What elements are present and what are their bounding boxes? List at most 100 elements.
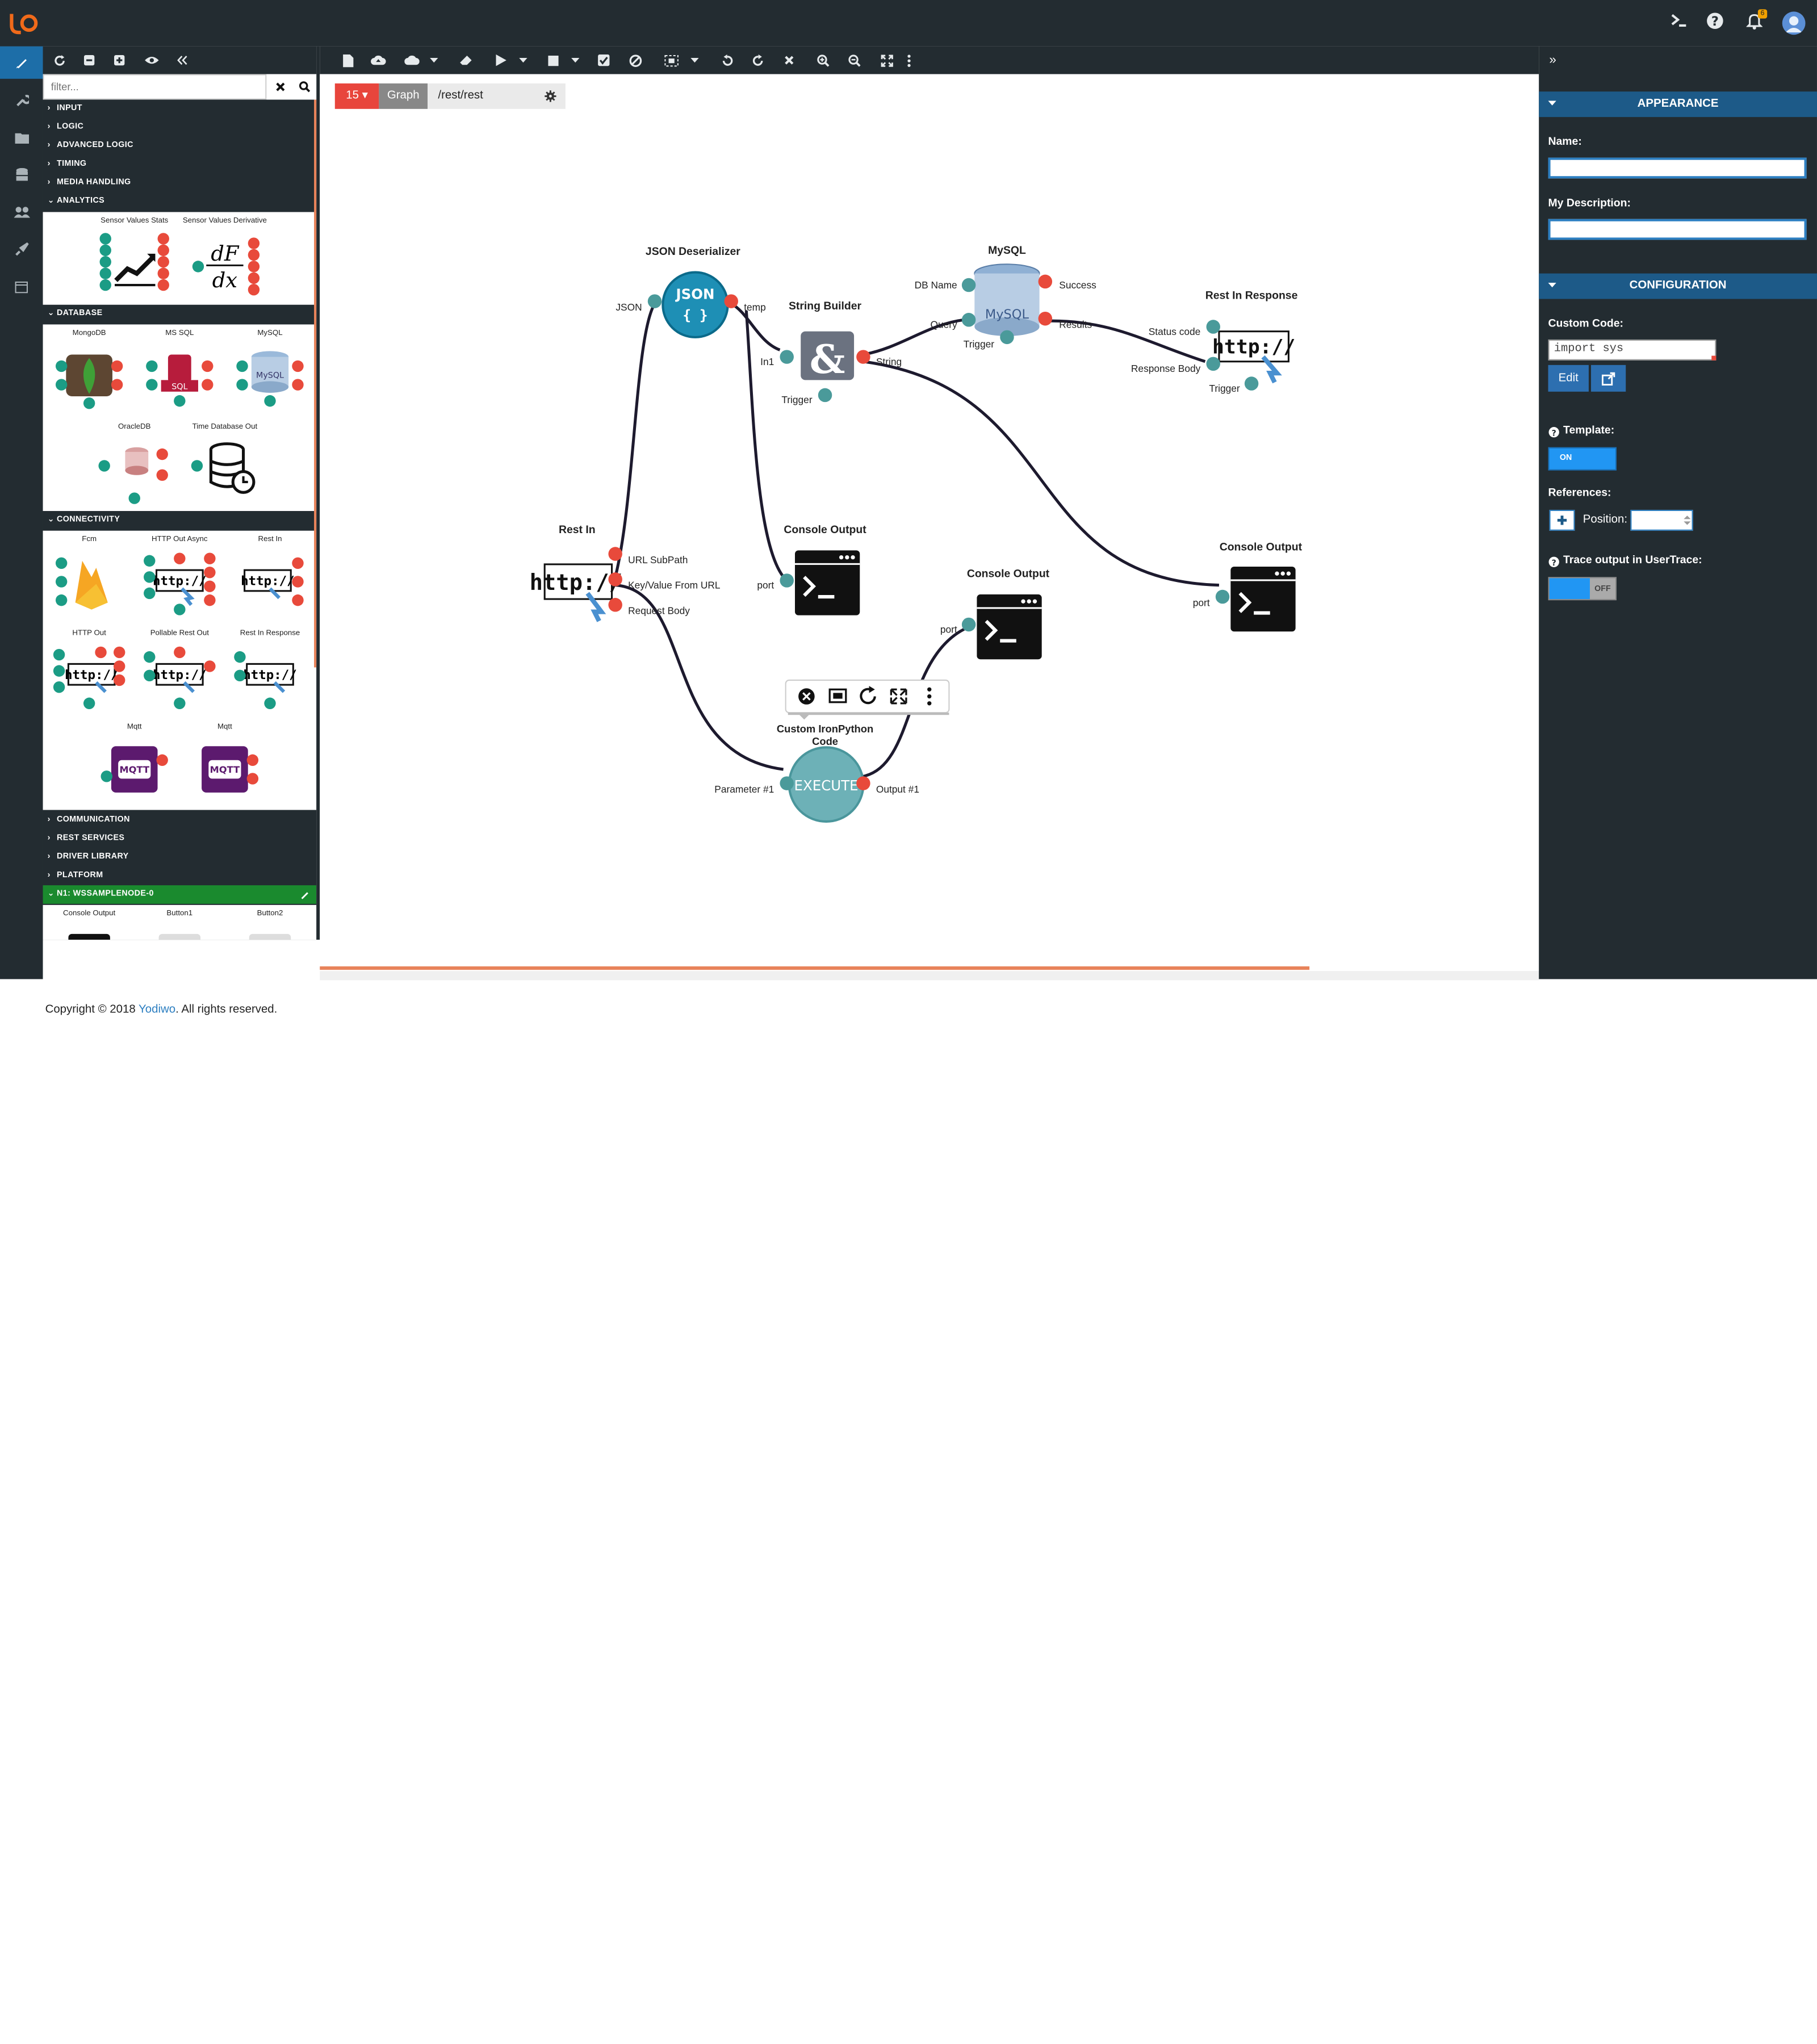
svg-text:http://: http:// xyxy=(530,570,622,596)
port-label: Key/Value From URL xyxy=(628,580,721,591)
rest-in-canvas-node[interactable]: http:// xyxy=(530,547,622,622)
node-delete-icon[interactable] xyxy=(798,688,815,705)
node-more-icon[interactable] xyxy=(927,687,932,706)
trace-help-icon[interactable]: ? xyxy=(1548,552,1560,568)
position-label: Position: xyxy=(1582,513,1628,526)
port-label: In1 xyxy=(760,356,774,367)
play-icon[interactable] xyxy=(489,49,512,72)
dropdown-icon[interactable] xyxy=(687,49,701,72)
name-input[interactable] xyxy=(1548,157,1807,179)
footer-rights: . All rights reserved. xyxy=(175,1003,278,1016)
trace-toggle[interactable]: OFF xyxy=(1548,577,1617,601)
more-icon[interactable] xyxy=(902,49,915,72)
upload-cloud-icon[interactable] xyxy=(366,49,390,72)
port-label: Trigger xyxy=(964,338,994,350)
template-help-icon[interactable]: ? xyxy=(1548,423,1560,438)
custom-code-label: Custom Code: xyxy=(1548,317,1624,330)
close-icon[interactable] xyxy=(777,49,801,72)
console-output-node-2[interactable] xyxy=(961,594,1042,660)
dropdown-icon[interactable] xyxy=(568,49,581,72)
port-label: Status code xyxy=(1149,326,1201,337)
port-label: String xyxy=(876,356,902,367)
node-title: JSON Deserializer xyxy=(646,245,740,258)
svg-text:EXECUTE: EXECUTE xyxy=(794,777,859,794)
svg-text:?: ? xyxy=(1552,559,1556,568)
port-label: Response Body xyxy=(1131,363,1201,374)
edit-code-button[interactable]: Edit xyxy=(1548,365,1589,392)
svg-text:http://: http:// xyxy=(1212,336,1295,358)
description-input[interactable] xyxy=(1548,219,1807,240)
fit-icon[interactable] xyxy=(875,49,898,72)
custom-ironpython-node[interactable]: EXECUTE xyxy=(780,746,870,823)
port-label: Output #1 xyxy=(876,784,919,795)
node-title: Rest In Response xyxy=(1205,290,1298,302)
redo-icon[interactable] xyxy=(746,49,769,72)
string-builder-node[interactable]: & xyxy=(780,331,870,403)
stop-icon[interactable] xyxy=(541,49,564,72)
add-reference-button[interactable] xyxy=(1549,509,1575,531)
port-label: Trigger xyxy=(781,394,812,405)
footer-brand-link[interactable]: Yodiwo xyxy=(139,1003,175,1016)
footer: Copyright © 2018 Yodiwo. All rights rese… xyxy=(0,999,1817,1022)
console-output-node-1[interactable] xyxy=(780,550,860,615)
undo-icon[interactable] xyxy=(715,49,738,72)
node-title: Console Output xyxy=(784,523,866,536)
port-label: port xyxy=(757,580,774,591)
deploy-icon[interactable] xyxy=(400,49,423,72)
external-link-icon[interactable] xyxy=(1591,365,1626,392)
wire-stringbuilder-console3[interactable] xyxy=(863,360,1219,587)
port-label: Success xyxy=(1059,279,1096,291)
port-label: Parameter #1 xyxy=(714,784,774,795)
graph-toolbar-buttons xyxy=(320,47,945,74)
eraser-icon[interactable] xyxy=(454,49,478,72)
port-label: Trigger xyxy=(1209,383,1240,394)
trace-label: Trace output in UserTrace: xyxy=(1563,554,1702,567)
canvas-bottom-strip xyxy=(320,971,1539,981)
port-label: Request Body xyxy=(628,605,690,617)
svg-text:MySQL: MySQL xyxy=(985,307,1029,322)
svg-text:?: ? xyxy=(1552,429,1556,438)
node-title: Rest In xyxy=(559,523,596,536)
collapse-panel-icon[interactable]: » xyxy=(1541,49,1564,72)
name-label: Name: xyxy=(1548,135,1582,149)
json-deserializer-node[interactable]: JSON { } xyxy=(647,271,738,338)
port-label: DB Name xyxy=(915,279,957,291)
ban-icon[interactable] xyxy=(623,49,647,72)
wire-restin-json[interactable] xyxy=(614,303,656,577)
port-label: Results xyxy=(1059,319,1092,330)
dropdown-icon[interactable] xyxy=(516,49,529,72)
port-label: port xyxy=(940,623,957,635)
port-label: temp xyxy=(744,301,766,313)
mysql-canvas-node[interactable]: MySQL xyxy=(961,263,1053,345)
select-icon[interactable] xyxy=(659,49,683,72)
node-title: String Builder xyxy=(789,300,862,312)
port-label: URL SubPath xyxy=(628,554,688,566)
appearance-section-header[interactable]: APPEARANCE xyxy=(1539,91,1817,118)
configuration-section-header[interactable]: CONFIGURATION xyxy=(1539,273,1817,299)
console-output-node-3[interactable] xyxy=(1215,566,1296,632)
zoom-out-icon[interactable] xyxy=(843,49,866,72)
svg-text:{ }: { } xyxy=(683,307,707,323)
port-label: Query xyxy=(931,319,958,330)
custom-code-textarea[interactable]: import sys xyxy=(1548,339,1716,361)
zoom-in-icon[interactable] xyxy=(811,49,835,72)
svg-text:&: & xyxy=(810,337,845,383)
template-label: Template: xyxy=(1563,424,1615,437)
check-icon[interactable] xyxy=(592,49,616,72)
template-toggle[interactable]: ON xyxy=(1548,447,1617,471)
new-file-icon[interactable] xyxy=(336,49,359,72)
dropdown-icon[interactable] xyxy=(426,49,440,72)
svg-text:JSON: JSON xyxy=(675,286,714,303)
footer-copyright: Copyright © 2018 xyxy=(45,1003,139,1016)
position-stepper[interactable] xyxy=(1630,509,1693,531)
description-label: My Description: xyxy=(1548,196,1631,210)
port-label: JSON xyxy=(616,301,642,313)
port-label: port xyxy=(1193,597,1210,608)
node-title: Console Output xyxy=(1220,541,1303,553)
node-title: Custom IronPython Code xyxy=(777,723,873,747)
canvas-horizontal-scrollbar[interactable] xyxy=(320,966,1310,970)
node-title: Console Output xyxy=(967,567,1050,580)
node-title: MySQL xyxy=(988,244,1026,257)
rest-in-response-canvas-node[interactable]: http:// xyxy=(1206,320,1295,391)
textarea-resize-handle[interactable] xyxy=(1711,355,1716,361)
